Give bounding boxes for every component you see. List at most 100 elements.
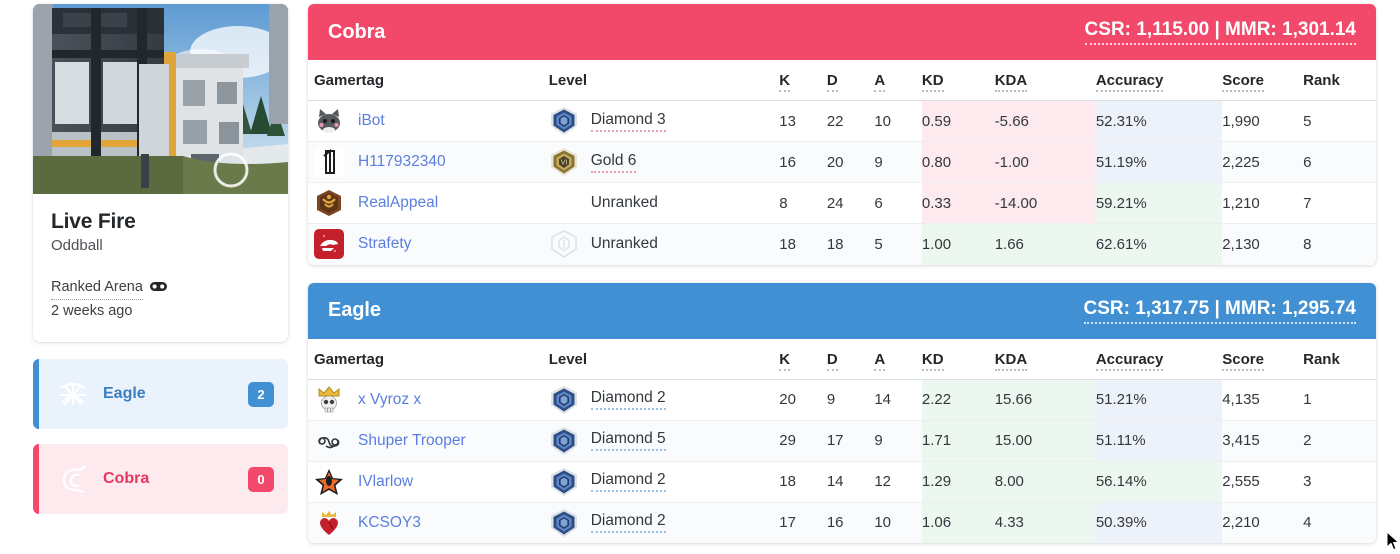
cell-assists: 14 <box>874 379 922 421</box>
eagle-emblem-icon <box>55 377 91 411</box>
cell-deaths: 14 <box>826 461 875 503</box>
cell-score: 3,415 <box>1222 420 1304 462</box>
column-header-accuracy[interactable]: Accuracy <box>1095 338 1223 380</box>
table-row[interactable]: KCSOY3 Diamond 2 17 16 10 1.06 4.33 50.39% 2,210… <box>308 502 1376 543</box>
cell-level: Diamond 2 <box>548 502 780 543</box>
cell-gamertag: IVlarlow <box>308 461 549 503</box>
map-thumbnail <box>33 4 288 194</box>
gamertag-link[interactable]: H117932340 <box>358 153 446 171</box>
cell-kills: 16 <box>779 141 827 183</box>
column-header-score[interactable]: Score <box>1222 338 1304 380</box>
column-header-a[interactable]: A <box>874 60 922 101</box>
cell-assists: 10 <box>874 100 922 142</box>
cell-gamertag: H117932340 <box>308 141 549 183</box>
scoreboard-table-eagle: Gamertag Level K D A KD KDA Accuracy Sco… <box>308 338 1376 543</box>
cell-kda: -14.00 <box>994 182 1096 224</box>
scoreboards: Cobra CSR: 1,115.00 | MMR: 1,301.14 Game… <box>308 0 1400 554</box>
cell-kd: 1.06 <box>921 502 995 543</box>
gold-badge-icon: VI <box>549 147 579 177</box>
cell-rank: 3 <box>1303 461 1376 503</box>
column-header-kda[interactable]: KDA <box>994 338 1096 380</box>
accent-bar <box>33 359 39 430</box>
gamertag-link[interactable]: KCSOY3 <box>358 514 421 532</box>
team-selector-item-cobra[interactable]: Cobra 0 <box>33 444 288 515</box>
cell-kda: 15.00 <box>994 420 1096 462</box>
table-header-row: Gamertag Level K D A KD KDA Accuracy Sco… <box>308 338 1376 380</box>
cell-level: Diamond 5 <box>548 420 780 462</box>
column-header-k[interactable]: K <box>779 60 827 101</box>
table-row[interactable]: RealAppeal Unranked 8 24 6 0.33 -14.00 59.21% 1,… <box>308 182 1376 224</box>
gamertag-link[interactable]: iBot <box>358 112 385 130</box>
level-label[interactable]: Gold 6 <box>590 152 637 173</box>
gamepad-icon <box>149 277 167 299</box>
column-header-d[interactable]: D <box>826 60 875 101</box>
cat-avatar-icon <box>314 106 344 136</box>
column-header-k[interactable]: K <box>779 338 827 380</box>
cell-kd: 0.59 <box>921 100 995 142</box>
gamertag-link[interactable]: x Vyroz x <box>358 391 421 409</box>
level-label[interactable]: Diamond 2 <box>590 471 666 492</box>
table-row[interactable]: Shuper Trooper Diamond 5 29 17 9 1.71 15.00 51.… <box>308 420 1376 462</box>
scoreboard-table-cobra: Gamertag Level K D A KD KDA Accuracy Sco… <box>308 60 1376 265</box>
team-selector-label: Cobra <box>103 470 150 488</box>
table-row[interactable]: H117932340 VI Gold 6 16 20 9 0.80 -1.00 51.19% 2,… <box>308 141 1376 183</box>
cell-deaths: 24 <box>826 182 875 224</box>
team-scoreboard-eagle: Eagle CSR: 1,317.75 | MMR: 1,295.74 Game… <box>308 282 1376 543</box>
cell-score: 4,135 <box>1222 379 1304 421</box>
cell-level: Unranked <box>548 182 780 224</box>
cell-kills: 20 <box>779 379 827 421</box>
cell-rank: 2 <box>1303 420 1376 462</box>
cell-kd: 1.29 <box>921 461 995 503</box>
cell-kd: 1.71 <box>921 420 995 462</box>
team-csr-mmr-eagle[interactable]: CSR: 1,317.75 | MMR: 1,295.74 <box>1083 298 1356 324</box>
team-csr-mmr-cobra[interactable]: CSR: 1,115.00 | MMR: 1,301.14 <box>1084 19 1356 45</box>
numeral-one-avatar-icon <box>314 147 344 177</box>
team-selector-label: Eagle <box>103 385 146 403</box>
level-label[interactable]: Diamond 3 <box>590 111 666 132</box>
gamertag-link[interactable]: Strafety <box>358 235 411 253</box>
table-row[interactable]: x Vyroz x Diamond 2 20 9 14 2.22 15.66 51.21% 4,… <box>308 379 1376 421</box>
cell-rank: 1 <box>1303 379 1376 421</box>
team-score-badge: 2 <box>248 381 274 407</box>
gamertag-link[interactable]: Shuper Trooper <box>358 432 466 450</box>
table-row[interactable]: IVlarlow Diamond 2 18 14 12 1.29 8.00 56.14% 2,5… <box>308 461 1376 503</box>
cloud9-avatar-icon <box>314 426 344 456</box>
crown-skull-avatar-icon <box>314 385 344 415</box>
column-header-accuracy[interactable]: Accuracy <box>1095 60 1223 101</box>
team-selector-item-eagle[interactable]: Eagle 2 <box>33 359 288 430</box>
column-header-kda[interactable]: KDA <box>994 60 1096 101</box>
table-row[interactable]: iBot Diamond 3 13 22 10 0.59 -5.66 52.31% 1,990 5 <box>308 100 1376 142</box>
cell-rank: 4 <box>1303 502 1376 543</box>
cell-score: 1,210 <box>1222 182 1304 224</box>
cell-rank: 5 <box>1303 100 1376 142</box>
cell-level: Unranked <box>548 223 780 265</box>
cell-gamertag: RealAppeal <box>308 182 549 224</box>
team-selector: Eagle 2 Cobra 0 <box>33 359 288 515</box>
column-header-d[interactable]: D <box>826 338 875 380</box>
cell-accuracy: 59.21% <box>1095 182 1223 224</box>
cell-score: 2,210 <box>1222 502 1304 543</box>
level-badge-placeholder <box>549 188 579 218</box>
level-label[interactable]: Diamond 5 <box>590 430 666 451</box>
column-header-a[interactable]: A <box>874 338 922 380</box>
accent-bar <box>33 444 39 515</box>
cell-kills: 18 <box>779 461 827 503</box>
cell-assists: 9 <box>874 141 922 183</box>
column-header-score[interactable]: Score <box>1222 60 1304 101</box>
level-label[interactable]: Diamond 2 <box>590 389 666 410</box>
team-score-badge: 0 <box>248 466 274 492</box>
cell-deaths: 22 <box>826 100 875 142</box>
gamertag-link[interactable]: IVlarlow <box>358 473 413 491</box>
level-label: Unranked <box>590 235 658 253</box>
orange-star-avatar-icon <box>314 467 344 497</box>
column-header-kd[interactable]: KD <box>921 338 995 380</box>
cell-gamertag: x Vyroz x <box>308 379 549 421</box>
table-row[interactable]: Strafety Unranked 18 18 5 1.00 1.66 62.61% 2,130… <box>308 223 1376 265</box>
diamond-badge-icon <box>549 385 579 415</box>
column-header-gamertag: Gamertag <box>308 60 549 101</box>
level-label[interactable]: Diamond 2 <box>590 512 666 534</box>
scoreboard-header-cobra: Cobra CSR: 1,115.00 | MMR: 1,301.14 <box>308 4 1376 60</box>
gamertag-link[interactable]: RealAppeal <box>358 194 438 212</box>
column-header-kd[interactable]: KD <box>921 60 995 101</box>
cell-gamertag: Strafety <box>308 223 549 265</box>
